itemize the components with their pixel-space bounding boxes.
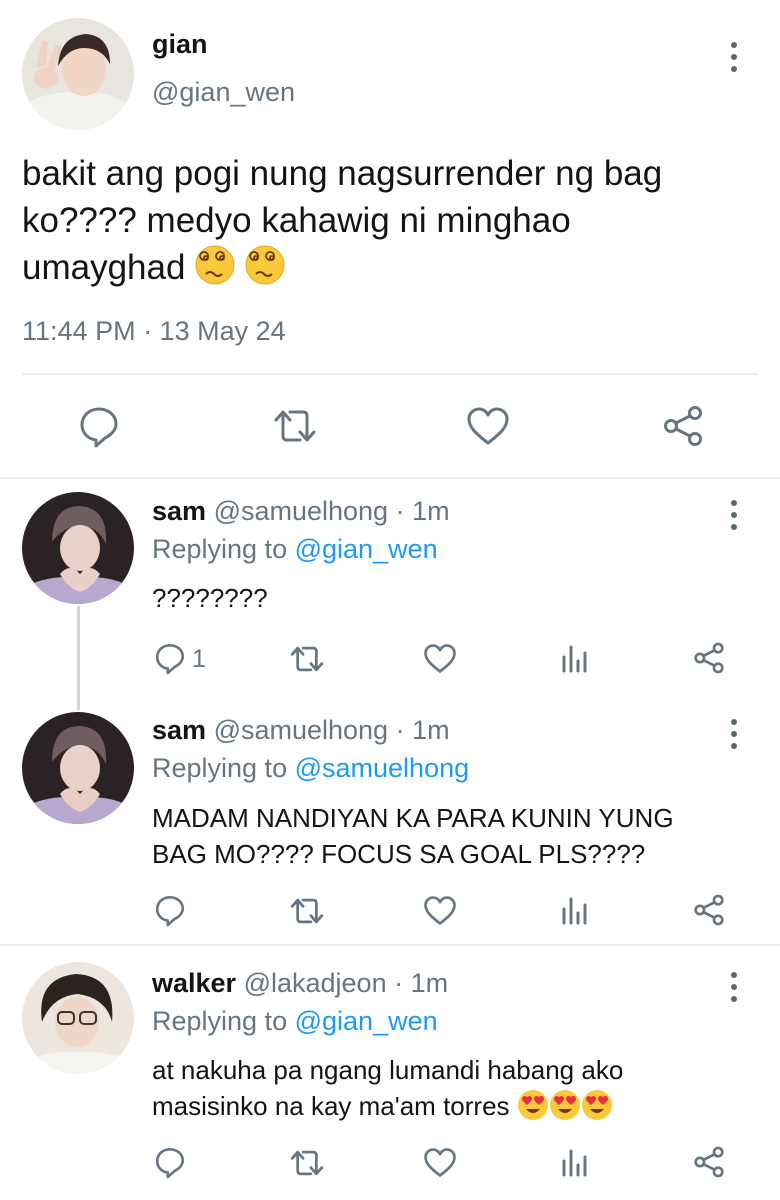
share-icon[interactable]: [693, 1146, 725, 1178]
analytics-icon[interactable]: [561, 895, 589, 925]
replying-to-link[interactable]: @gian_wen: [295, 534, 438, 564]
retweet-icon[interactable]: [289, 1149, 325, 1177]
divider: [22, 373, 758, 375]
retweet-icon[interactable]: [289, 645, 325, 673]
share-icon[interactable]: [693, 894, 725, 926]
author-name[interactable]: gian: [152, 28, 208, 60]
retweet-icon[interactable]: [289, 897, 325, 925]
replying-to-label: Replying to: [152, 534, 288, 564]
reply-time: · 1m: [395, 715, 450, 745]
thread-connector-line: [77, 606, 80, 710]
reply-header: sam @samuelhong · 1m: [152, 714, 450, 746]
author-handle[interactable]: @gian_wen: [152, 76, 295, 108]
like-icon[interactable]: [424, 896, 456, 925]
reply-author-name[interactable]: sam: [152, 496, 206, 526]
woozy-face-emoji: [245, 245, 285, 297]
reply-author-name[interactable]: sam: [152, 715, 206, 745]
avatar-sam[interactable]: [22, 712, 134, 824]
reply-text: at nakuha pa ngang lumandi habang ako ma…: [152, 1052, 623, 1130]
replying-to: Replying to @gian_wen: [152, 533, 438, 565]
share-icon[interactable]: [662, 405, 704, 447]
like-icon[interactable]: [467, 407, 509, 445]
tweet-timestamp[interactable]: 11:44 PM · 13 May 24: [22, 315, 286, 347]
woozy-face-emoji: [195, 245, 235, 297]
divider: [0, 477, 780, 479]
replying-to: Replying to @samuelhong: [152, 752, 469, 784]
replying-to-label: Replying to: [152, 1006, 288, 1036]
reply-text-line: at nakuha pa ngang lumandi habang ako: [152, 1055, 624, 1085]
like-icon[interactable]: [424, 1148, 456, 1177]
avatar-gian[interactable]: [22, 18, 134, 130]
reply-text: MADAM NANDIYAN KA PARA KUNIN YUNG BAG MO…: [152, 800, 674, 872]
reply-author-handle[interactable]: @samuelhong: [214, 496, 389, 526]
tweet-text-line-part: umayghad: [22, 248, 186, 287]
reply-text: ????????: [152, 583, 268, 613]
more-options-icon[interactable]: [729, 972, 739, 1002]
reply-author-handle[interactable]: @samuelhong: [214, 715, 389, 745]
reply-icon[interactable]: [79, 406, 119, 448]
more-options-icon[interactable]: [729, 42, 739, 72]
tweet-text-line: bakit ang pogi nung nagsurrender ng bag: [22, 154, 663, 193]
tweet-text-line: ko???? medyo kahawig ni minghao: [22, 201, 571, 240]
reply-time: · 1m: [395, 496, 450, 526]
reply-header: sam @samuelhong · 1m: [152, 495, 450, 527]
analytics-icon[interactable]: [561, 643, 589, 673]
heart-eyes-emoji: [581, 1089, 613, 1130]
reply-header: walker @lakadjeon · 1m: [152, 967, 448, 999]
more-options-icon[interactable]: [729, 500, 739, 530]
divider: [0, 944, 780, 946]
replying-to: Replying to @gian_wen: [152, 1005, 438, 1037]
reply-text-line: BAG MO???? FOCUS SA GOAL PLS????: [152, 839, 646, 869]
reply-author-handle[interactable]: @lakadjeon: [244, 968, 387, 998]
replying-to-label: Replying to: [152, 753, 288, 783]
like-icon[interactable]: [424, 644, 456, 673]
analytics-icon[interactable]: [561, 1147, 589, 1177]
reply-count: 1: [192, 645, 206, 673]
avatar-sam[interactable]: [22, 492, 134, 604]
reply-text-line: MADAM NANDIYAN KA PARA KUNIN YUNG: [152, 803, 674, 833]
retweet-icon[interactable]: [272, 408, 318, 444]
avatar-walker[interactable]: [22, 962, 134, 1074]
replying-to-link[interactable]: @samuelhong: [295, 753, 470, 783]
tweet-text: bakit ang pogi nung nagsurrender ng bag …: [22, 150, 772, 297]
reply-author-name[interactable]: walker: [152, 968, 236, 998]
tweet-text-line: umayghad: [22, 244, 772, 297]
heart-eyes-emoji: [517, 1089, 549, 1130]
replying-to-link[interactable]: @gian_wen: [295, 1006, 438, 1036]
reply-time: · 1m: [394, 968, 449, 998]
share-icon[interactable]: [693, 642, 725, 674]
heart-eyes-emoji: [549, 1089, 581, 1130]
more-options-icon[interactable]: [729, 719, 739, 749]
reply-text-line: masisinko na kay ma'am torres: [152, 1088, 623, 1130]
reply-icon[interactable]: [155, 1147, 185, 1179]
reply-icon[interactable]: [155, 895, 185, 927]
reply-icon[interactable]: [155, 643, 185, 675]
reply-text-line-part: masisinko na kay ma'am torres: [152, 1091, 510, 1121]
